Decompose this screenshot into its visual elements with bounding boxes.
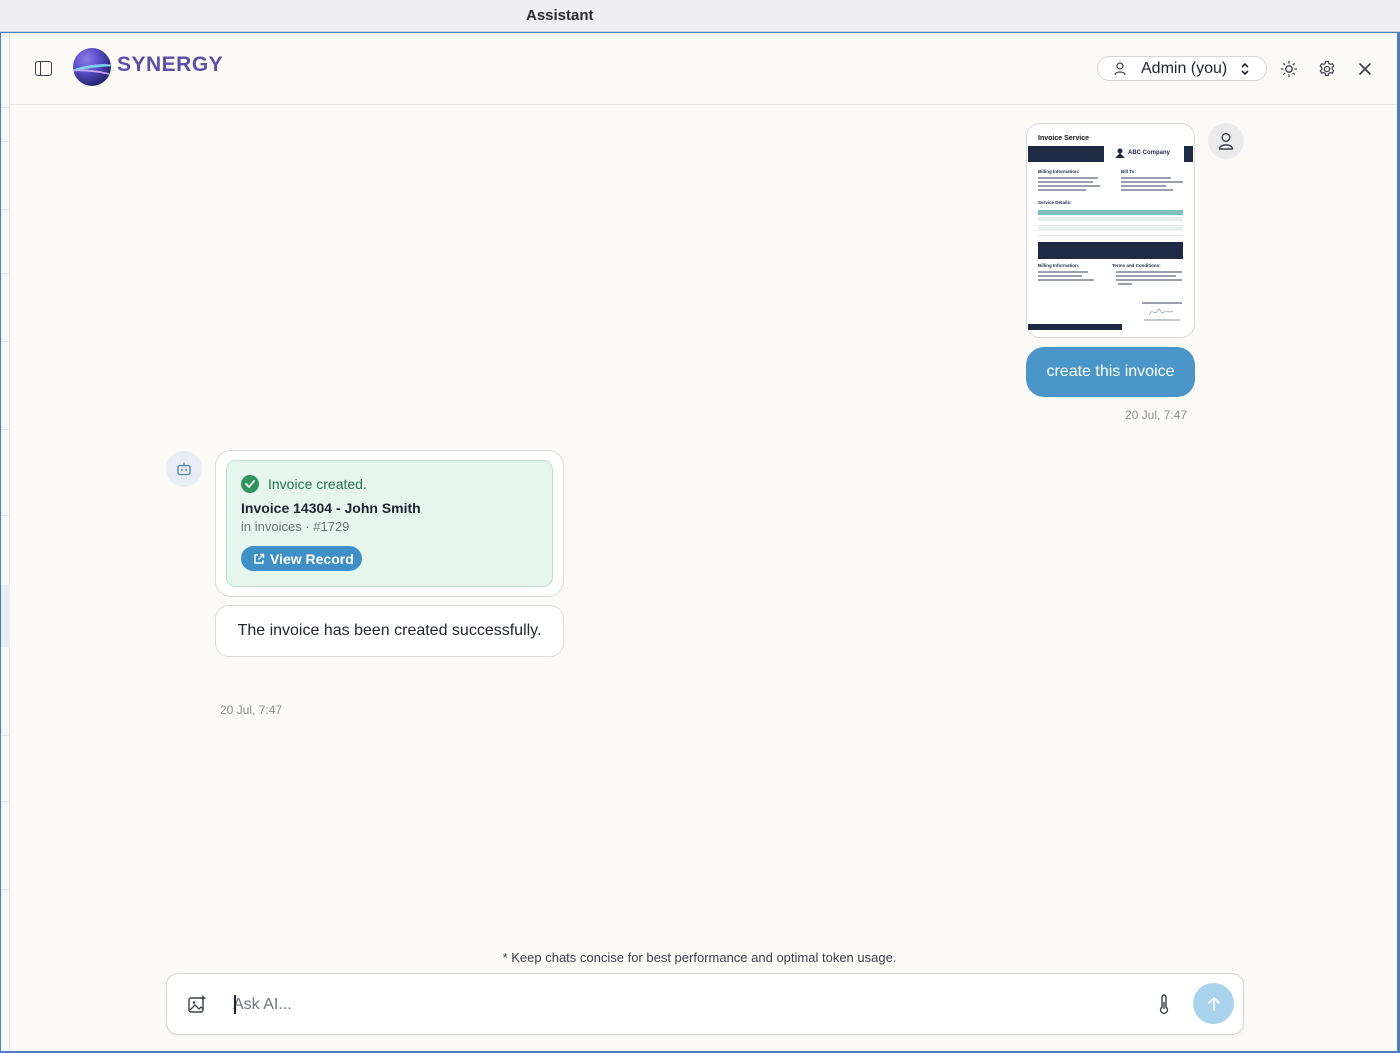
theme-toggle-button[interactable] (1278, 58, 1300, 80)
user-icon (1218, 133, 1234, 150)
send-button[interactable] (1193, 983, 1234, 1024)
bot-message-bubble: The invoice has been created successfull… (215, 605, 564, 657)
external-link-icon (254, 553, 265, 564)
user-select[interactable]: Admin (you) (1097, 56, 1267, 81)
thermometer-icon[interactable] (1154, 994, 1174, 1016)
sidebar-toggle-icon[interactable] (35, 61, 52, 76)
left-edge-strip (1, 33, 10, 1051)
synergy-logo-icon (73, 48, 111, 86)
invoice-created-card: Invoice created. Invoice 14304 - John Sm… (226, 460, 553, 587)
user-message-bubble: create this invoice (1026, 347, 1195, 397)
chat-composer (166, 973, 1244, 1035)
invoice-label: Service Details: (1038, 200, 1072, 205)
signature-icon (1148, 308, 1174, 316)
invoice-label: Terms and Conditions: (1112, 263, 1161, 268)
bot-result-card: Invoice created. Invoice 14304 - John Sm… (215, 450, 564, 597)
close-button[interactable] (1354, 58, 1376, 80)
invoice-label: Billing Information: (1038, 169, 1080, 174)
invoice-thumbnail: Invoice Service ABC Company Billing Info… (1028, 132, 1193, 337)
composer-hint: * Keep chats concise for best performanc… (502, 950, 897, 965)
window-titlebar: Assistant (0, 0, 1400, 32)
user-avatar (1208, 123, 1244, 159)
bot-message-timestamp: 20 Jul, 7:47 (220, 703, 283, 717)
text-caret (234, 995, 236, 1014)
invoice-label: Bill To: (1121, 169, 1136, 174)
record-title: Invoice 14304 - John Smith (241, 500, 421, 516)
close-icon (1359, 63, 1371, 75)
image-add-icon[interactable] (186, 994, 208, 1016)
user-message-timestamp: 20 Jul, 7:47 (1125, 408, 1188, 422)
app-header: SYNERGY Admin (you) (10, 33, 1397, 105)
user-select-value: Admin (you) (1141, 60, 1228, 77)
invoice-image-attachment[interactable]: Invoice Service ABC Company Billing Info… (1026, 123, 1195, 338)
gear-icon (1319, 60, 1335, 76)
user-icon (1114, 62, 1126, 76)
bot-icon (177, 462, 191, 476)
settings-button[interactable] (1316, 58, 1338, 80)
company-logo-icon (1115, 148, 1125, 158)
window-title: Assistant (526, 7, 594, 24)
chevron-updown-icon (1241, 62, 1249, 76)
view-record-button[interactable]: View Record (241, 546, 362, 571)
ask-ai-input[interactable] (233, 992, 1133, 1018)
sun-icon (1280, 60, 1298, 78)
view-record-label: View Record (270, 550, 354, 567)
assistant-window: SYNERGY Admin (you) Invoice Service ABC … (0, 32, 1400, 1053)
arrow-up-icon (1207, 996, 1220, 1011)
bot-avatar (166, 451, 202, 487)
invoice-company: ABC Company (1128, 150, 1171, 156)
invoice-label: Billing Information: (1038, 263, 1080, 268)
check-circle-icon (241, 475, 259, 493)
status-text: Invoice created. (268, 476, 367, 492)
logo-text: SYNERGY (117, 53, 224, 76)
invoice-doc-title: Invoice Service (1038, 135, 1089, 142)
record-subtitle: in invoices · #1729 (241, 519, 350, 534)
